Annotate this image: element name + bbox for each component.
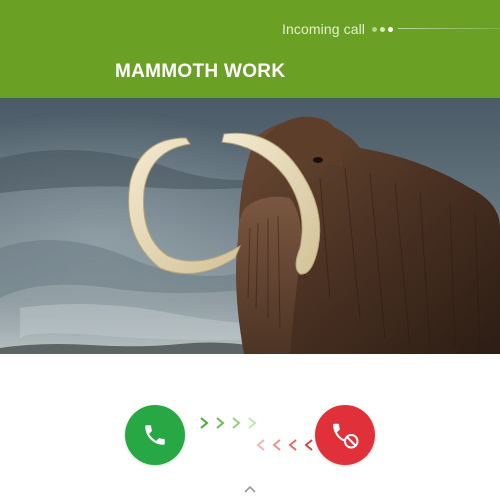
chevron-right-icon xyxy=(216,417,225,429)
chevron-left-icon xyxy=(304,439,313,451)
decline-call-button[interactable] xyxy=(315,405,375,465)
chevron-left-icon xyxy=(288,439,297,451)
swipe-right-hint xyxy=(197,416,261,430)
call-header: Incoming call MAMMOTH WORK xyxy=(0,0,500,98)
ringing-indicator-icon xyxy=(372,26,396,32)
chevron-right-icon xyxy=(200,417,209,429)
ringing-dot xyxy=(372,26,378,32)
phone-decline-icon xyxy=(333,423,359,449)
chevron-left-icon xyxy=(256,439,265,451)
ringing-dot xyxy=(380,26,386,32)
status-divider xyxy=(398,28,500,29)
phone-icon xyxy=(145,425,165,445)
chevron-right-icon xyxy=(232,417,241,429)
chevron-right-icon xyxy=(248,417,257,429)
chevron-left-icon xyxy=(272,439,281,451)
incoming-call-label: Incoming call xyxy=(282,21,366,37)
caller-name: MAMMOTH WORK xyxy=(115,61,286,82)
answer-call-button[interactable] xyxy=(125,405,185,465)
ringing-dot xyxy=(388,26,394,32)
call-status: Incoming call xyxy=(282,20,396,38)
swipe-left-hint xyxy=(254,438,318,452)
caller-photo xyxy=(0,98,500,354)
chevron-up-icon[interactable] xyxy=(243,484,257,494)
